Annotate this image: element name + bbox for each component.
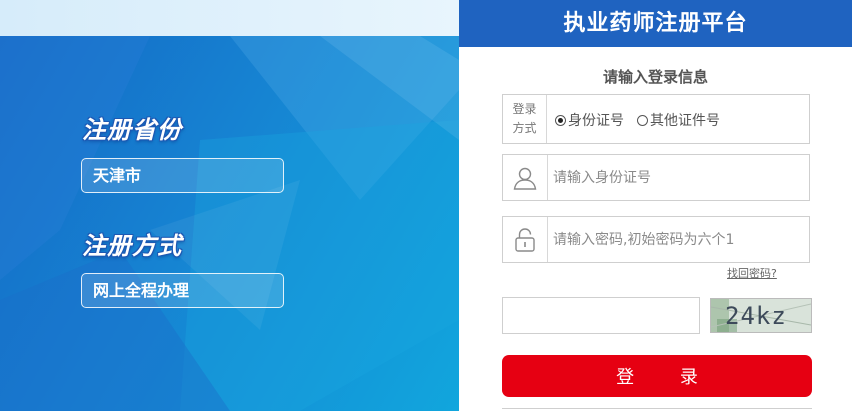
lock-icon <box>503 217 548 262</box>
method-value: 网上全程办理 <box>81 273 284 308</box>
login-panel: 执业药师注册平台 请输入登录信息 登录 方式 身份证号 其他证件号 请输入身份证… <box>459 0 852 411</box>
banner-panel: 注册省份 天津市 注册方式 网上全程办理 <box>0 0 459 411</box>
user-icon <box>503 155 548 200</box>
method-title: 注册方式 <box>82 232 182 260</box>
province-title: 注册省份 <box>82 116 182 144</box>
forgot-password-link[interactable]: 找回密码? <box>727 265 777 281</box>
login-type-label: 登录 方式 <box>503 95 547 143</box>
radio-other-id-label: 其他证件号 <box>650 113 720 129</box>
banner-decoration <box>0 36 459 411</box>
bottom-divider <box>502 408 812 409</box>
login-subtitle: 请输入登录信息 <box>602 68 708 86</box>
platform-title: 执业药师注册平台 <box>459 0 852 47</box>
province-value: 天津市 <box>81 158 284 193</box>
password-input[interactable] <box>553 217 803 262</box>
radio-other-id[interactable]: 其他证件号 <box>637 110 720 130</box>
captcha-text: 24kz <box>725 302 787 330</box>
radio-id-card[interactable]: 身份证号 <box>555 110 624 130</box>
radio-id-card-label: 身份证号 <box>568 113 624 129</box>
login-type-label-line2: 方式 <box>512 121 537 135</box>
radio-unselected-icon[interactable] <box>637 114 648 126</box>
id-number-field <box>502 154 810 201</box>
login-type-label-line1: 登录 <box>512 102 537 116</box>
id-number-input[interactable] <box>553 155 803 200</box>
login-button[interactable]: 登 录 <box>502 355 812 397</box>
radio-selected-icon[interactable] <box>555 114 566 126</box>
captcha-image[interactable]: 24kz <box>710 298 812 333</box>
password-field <box>502 216 810 263</box>
login-type-group: 登录 方式 身份证号 其他证件号 <box>502 94 810 144</box>
captcha-input[interactable] <box>502 297 700 334</box>
